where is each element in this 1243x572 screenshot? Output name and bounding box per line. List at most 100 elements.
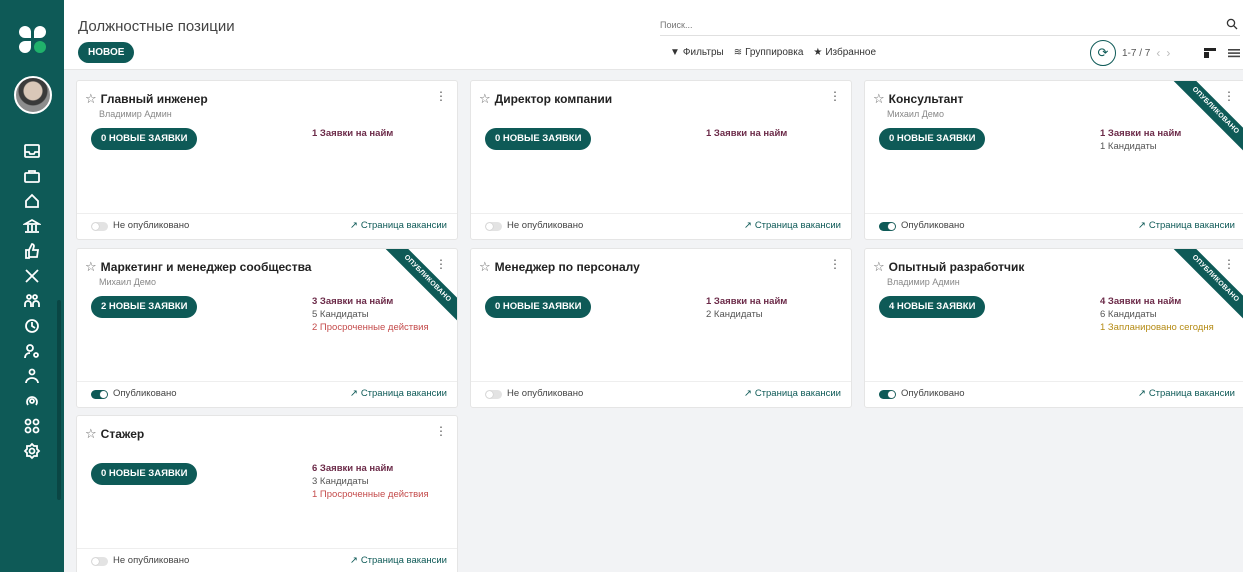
app-logo-icon[interactable] [19, 26, 47, 54]
group-by-button[interactable]: ≋ Группировка [734, 47, 804, 58]
job-page-link[interactable]: ↗ Страница вакансии [1138, 220, 1235, 231]
job-page-link[interactable]: ↗ Страница вакансии [744, 220, 841, 231]
kebab-menu-icon[interactable]: ⋮ [829, 257, 841, 271]
star-icon[interactable]: ☆ [873, 259, 885, 275]
briefcase-icon[interactable] [22, 167, 42, 187]
star-icon[interactable]: ☆ [479, 259, 491, 275]
kebab-menu-icon[interactable]: ⋮ [435, 424, 447, 438]
job-card[interactable]: ☆ Консультант Михаил Демо ⋮ 0 НОВЫЕ ЗАЯВКИ 1 … [864, 80, 1243, 240]
candidates-link[interactable]: 3 Кандидаты [312, 475, 429, 488]
publish-status: Не опубликовано [113, 555, 190, 566]
search-icon[interactable] [1226, 18, 1238, 30]
recruitment-requests-link[interactable]: 1 Заявки на найм [706, 295, 787, 308]
publish-toggle[interactable] [879, 390, 896, 399]
job-page-link[interactable]: ↗ Страница вакансии [350, 220, 447, 231]
new-applications-button[interactable]: 0 НОВЫЕ ЗАЯВКИ [485, 296, 592, 318]
loop-icon[interactable] [22, 392, 42, 412]
job-title[interactable]: ☆ Директор компании [479, 91, 612, 107]
publish-toggle[interactable] [91, 557, 108, 566]
pager-value[interactable]: 1-7 / 7 [1122, 48, 1150, 59]
team-icon[interactable] [22, 367, 42, 387]
publish-toggle[interactable] [879, 222, 896, 231]
job-title[interactable]: ☆ Маркетинг и менеджер сообщества [85, 259, 311, 275]
pager-next-icon[interactable]: › [1166, 46, 1170, 60]
star-icon[interactable]: ☆ [85, 426, 97, 442]
external-link-icon: ↗ [349, 388, 358, 399]
publish-toggle[interactable] [485, 390, 502, 399]
people-icon[interactable] [22, 292, 42, 312]
new-button[interactable]: НОВОЕ [78, 42, 135, 63]
apps-icon[interactable] [22, 417, 42, 437]
bank-icon[interactable] [21, 217, 43, 237]
kebab-menu-icon[interactable]: ⋮ [829, 89, 841, 103]
star-icon[interactable]: ☆ [85, 91, 97, 107]
kanban-view-icon[interactable] [1203, 46, 1217, 60]
job-card[interactable]: ☆ Опытный разработчик Владимир Админ ⋮ 4 НОВ… [864, 248, 1243, 408]
clock-icon[interactable] [22, 317, 42, 337]
sidebar [0, 0, 64, 572]
published-ribbon: ОПУБЛИКОВАНО [1165, 249, 1243, 329]
new-applications-button[interactable]: 0 НОВЫЕ ЗАЯВКИ [485, 128, 592, 150]
card-footer: Опубликовано ↗ Страница вакансии [865, 381, 1243, 407]
publish-toggle[interactable] [485, 222, 502, 231]
star-icon[interactable]: ☆ [85, 259, 97, 275]
activities-link[interactable]: 1 Просроченные действия [312, 488, 429, 501]
job-page-link[interactable]: ↗ Страница вакансии [350, 555, 447, 566]
candidates-link[interactable]: 2 Кандидаты [706, 308, 787, 321]
external-link-icon: ↗ [349, 555, 358, 566]
external-link-icon: ↗ [349, 220, 358, 231]
job-title[interactable]: ☆ Главный инженер [85, 91, 208, 107]
inbox-icon[interactable] [22, 142, 42, 162]
layers-icon: ≋ [733, 47, 743, 58]
publish-toggle[interactable] [91, 390, 108, 399]
settings-icon[interactable] [22, 442, 42, 462]
job-card[interactable]: ☆ Стажер ⋮ 0 НОВЫЕ ЗАЯВКИ 6 Заявки на найм 3 … [76, 415, 458, 572]
home-icon[interactable] [22, 192, 42, 212]
star-icon[interactable]: ☆ [479, 91, 491, 107]
user-search-icon[interactable] [22, 342, 42, 362]
avatar[interactable] [14, 76, 52, 114]
job-page-link[interactable]: ↗ Страница вакансии [1138, 388, 1235, 399]
job-card[interactable]: ☆ Директор компании ⋮ 0 НОВЫЕ ЗАЯВКИ 1 Заявк… [470, 80, 852, 240]
published-ribbon: ОПУБЛИКОВАНО [1165, 81, 1243, 161]
star-icon: ★ [813, 47, 823, 58]
job-title[interactable]: ☆ Менеджер по персоналу [479, 259, 640, 275]
job-manager: Михаил Демо [887, 109, 945, 119]
external-link-icon: ↗ [1137, 220, 1146, 231]
filter-icon: ▼ [670, 47, 680, 58]
page-title: Должностные позиции [78, 18, 235, 35]
job-title[interactable]: ☆ Консультант [873, 91, 963, 107]
new-applications-button[interactable]: 4 НОВЫЕ ЗАЯВКИ [879, 296, 986, 318]
thumbs-up-icon[interactable] [22, 242, 42, 262]
job-page-link[interactable]: ↗ Страница вакансии [744, 388, 841, 399]
job-card[interactable]: ☆ Менеджер по персоналу ⋮ 0 НОВЫЕ ЗАЯВКИ 1 З… [470, 248, 852, 408]
favorites-button[interactable]: ★ Избранное [813, 47, 876, 58]
card-footer: Не опубликовано ↗ Страница вакансии [77, 548, 457, 572]
pager-previous-icon[interactable]: ‹ [1156, 46, 1160, 60]
filters-button[interactable]: ▼ Фильтры [670, 47, 724, 58]
search-options: ▼ Фильтры ≋ Группировка ★ Избранное [670, 47, 876, 58]
kebab-menu-icon[interactable]: ⋮ [435, 89, 447, 103]
new-applications-button[interactable]: 2 НОВЫЕ ЗАЯВКИ [91, 296, 198, 318]
external-link-icon: ↗ [1137, 388, 1146, 399]
publish-toggle[interactable] [91, 222, 108, 231]
card-footer: Опубликовано ↗ Страница вакансии [77, 381, 457, 407]
job-page-link[interactable]: ↗ Страница вакансии [350, 388, 447, 399]
list-view-icon[interactable] [1227, 46, 1241, 60]
refresh-icon[interactable]: ⟳ [1090, 40, 1116, 66]
recruitment-requests-link[interactable]: 1 Заявки на найм [706, 127, 787, 140]
job-card[interactable]: ☆ Главный инженер Владимир Админ ⋮ 0 НОВЫЕ З… [76, 80, 458, 240]
recruitment-requests-link[interactable]: 6 Заявки на найм [312, 462, 429, 475]
new-applications-button[interactable]: 0 НОВЫЕ ЗАЯВКИ [91, 463, 198, 485]
card-footer: Не опубликовано ↗ Страница вакансии [471, 213, 851, 239]
recruitment-requests-link[interactable]: 1 Заявки на найм [312, 127, 393, 140]
sidebar-scrollbar[interactable] [57, 300, 61, 500]
star-icon[interactable]: ☆ [873, 91, 885, 107]
search-input[interactable] [660, 14, 1210, 36]
new-applications-button[interactable]: 0 НОВЫЕ ЗАЯВКИ [879, 128, 986, 150]
tools-icon[interactable] [22, 267, 42, 287]
job-title[interactable]: ☆ Стажер [85, 426, 144, 442]
new-applications-button[interactable]: 0 НОВЫЕ ЗАЯВКИ [91, 128, 198, 150]
job-card[interactable]: ☆ Маркетинг и менеджер сообщества Михаил Д… [76, 248, 458, 408]
job-title[interactable]: ☆ Опытный разработчик [873, 259, 1024, 275]
